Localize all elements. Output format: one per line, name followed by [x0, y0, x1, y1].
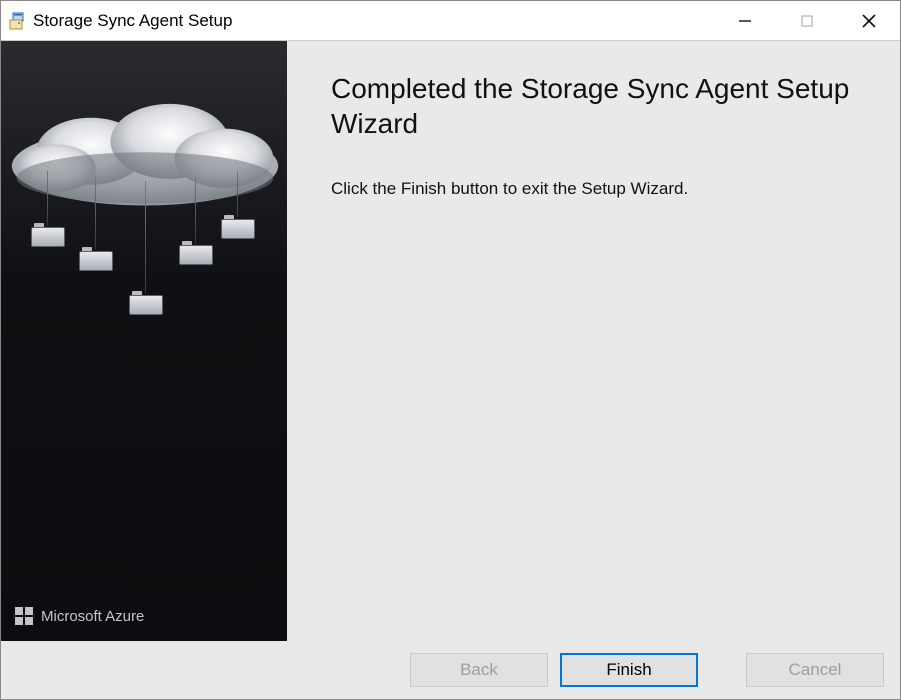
page-body-text: Click the Finish button to exit the Setu… — [331, 177, 870, 201]
minimize-button[interactable] — [714, 1, 776, 40]
installer-icon — [7, 11, 27, 31]
close-button[interactable] — [838, 1, 900, 40]
titlebar: Storage Sync Agent Setup — [1, 1, 900, 41]
content-area: Microsoft Azure Completed the Storage Sy… — [1, 41, 900, 641]
maximize-button — [776, 1, 838, 40]
window-title: Storage Sync Agent Setup — [33, 11, 714, 31]
window-controls — [714, 1, 900, 40]
page-heading: Completed the Storage Sync Agent Setup W… — [331, 71, 870, 141]
button-row: Back Finish Cancel — [1, 641, 900, 699]
banner-image: Microsoft Azure — [1, 41, 287, 641]
banner-footer: Microsoft Azure — [15, 607, 144, 625]
main-panel: Completed the Storage Sync Agent Setup W… — [287, 41, 900, 641]
windows-logo-icon — [15, 607, 33, 625]
back-button: Back — [410, 653, 548, 687]
cloud-folder-diagram — [21, 171, 269, 351]
banner-footer-label: Microsoft Azure — [41, 608, 144, 625]
cancel-button: Cancel — [746, 653, 884, 687]
finish-button[interactable]: Finish — [560, 653, 698, 687]
